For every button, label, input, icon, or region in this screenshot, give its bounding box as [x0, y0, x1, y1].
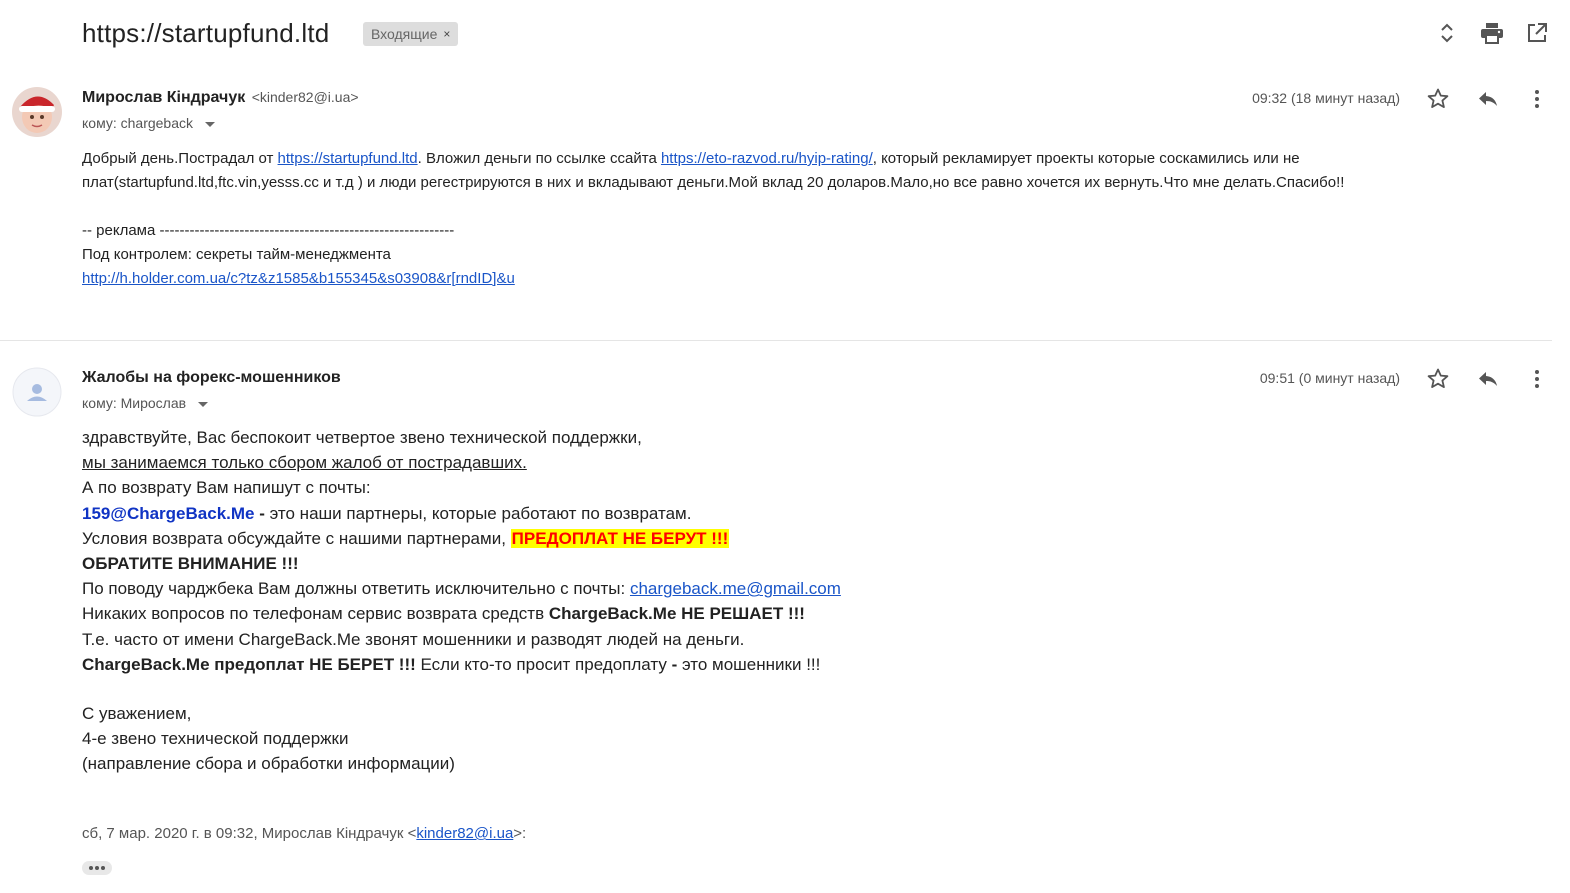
body-line: Никаких вопросов по телефонам сервис воз…: [82, 601, 1282, 626]
body-line: ChargeBack.Me предоплат НЕ БЕРЕТ !!! Есл…: [82, 652, 1282, 677]
startupfund-link[interactable]: https://startupfund.ltd: [278, 150, 418, 167]
avatar: [12, 367, 62, 417]
sender-name[interactable]: Жалобы на форекс-мошенников: [82, 369, 341, 386]
sender-email: <kinder82@i.ua>: [251, 89, 359, 105]
label-text: Входящие: [371, 26, 438, 42]
body-line: мы занимаемся только сбором жалоб от пос…: [82, 453, 527, 473]
body-text: По поводу чарджбека Вам должны ответить …: [82, 579, 630, 599]
body-text: . Вложил деньги по ссылке ссайта: [417, 150, 661, 167]
body-line: 159@ChargeBack.Me - это наши партнеры, к…: [82, 501, 1282, 526]
ad-title: Под контролем: секреты тайм-менеджмента: [82, 246, 391, 263]
show-trimmed-content-button[interactable]: [82, 861, 112, 875]
star-icon[interactable]: [1424, 85, 1452, 113]
partner-email: 159@ChargeBack.Me: [82, 503, 255, 523]
thread-header: https://startupfund.ltd Входящие ×: [0, 0, 1570, 70]
avatar: [12, 87, 62, 137]
body-line: По поводу чарджбека Вам должны ответить …: [82, 576, 1282, 601]
chargeback-gmail-link[interactable]: chargeback.me@gmail.com: [630, 579, 841, 598]
open-in-new-icon[interactable]: [1524, 20, 1550, 46]
body-text: Условия возврата обсуждайте с нашими пар…: [82, 528, 511, 548]
body-text: Никаких вопросов по телефонам сервис воз…: [82, 604, 549, 624]
body-paragraph: плат(startupfund.ltd,ftc.vin,yesss.cc и …: [82, 174, 1345, 191]
quoted-sender-email-link[interactable]: kinder82@i.ua: [416, 825, 513, 842]
body-text: Если кто-то просит предоплату: [415, 654, 672, 674]
body-text: это наши партнеры, которые работают по в…: [269, 503, 692, 523]
reply-icon[interactable]: [1474, 365, 1502, 393]
highlighted-warning: ПРЕДОПЛАТ НЕ БЕРУТ !!!: [510, 528, 730, 548]
eto-razvod-link[interactable]: https://eto-razvod.ru/hyip-rating/: [661, 150, 873, 167]
body-text: это мошенники !!!: [677, 654, 821, 674]
unfold-more-icon[interactable]: [1434, 20, 1460, 46]
message-timestamp: 09:51 (0 минут назад): [1259, 370, 1400, 386]
signature-line: (направление сбора и обработки информаци…: [82, 754, 455, 774]
star-icon[interactable]: [1424, 365, 1452, 393]
message-timestamp: 09:32 (18 минут назад): [1252, 90, 1400, 106]
recipient-text: кому: Мирослав: [82, 395, 187, 411]
recipient-line: кому: Мирослав: [82, 395, 209, 411]
show-details-caret-icon[interactable]: [205, 121, 216, 127]
message-divider: [0, 340, 1552, 341]
signature-line: 4-е звено технической поддержки: [82, 729, 349, 749]
quote-text: >:: [513, 825, 527, 842]
more-options-icon[interactable]: [1523, 365, 1551, 393]
quote-text: сб, 7 мар. 2020 г. в 09:32, Мирослав Кін…: [82, 825, 417, 842]
ad-link[interactable]: http://h.holder.com.ua/c?tz&z1585&b15534…: [82, 270, 515, 287]
body-line: Т.е. часто от имени ChargeBack.Me звонят…: [82, 629, 745, 649]
sender-line: Жалобы на форекс-мошенников: [82, 369, 341, 387]
thread-subject: https://startupfund.ltd: [82, 18, 330, 48]
bold-text: ChargeBack.Me предоплат НЕ БЕРЕТ !!!: [82, 654, 416, 674]
print-icon[interactable]: [1479, 20, 1505, 46]
body-paragraph: Добрый день.Пострадал от https://startup…: [82, 147, 1502, 171]
message-body: Добрый день.Пострадал от https://startup…: [82, 147, 1502, 291]
more-options-icon[interactable]: [1523, 85, 1551, 113]
body-line: А по возврату Вам напишут с почты:: [82, 478, 371, 498]
attention-heading: ОБРАТИТЕ ВНИМАНИЕ !!!: [82, 554, 299, 574]
sender-name[interactable]: Мирослав Кіндрачук: [82, 89, 245, 106]
message-2: Жалобы на форекс-мошенников кому: Миросл…: [0, 355, 1570, 893]
remove-label-button[interactable]: ×: [443, 22, 450, 46]
sender-line: Мирослав Кіндрачук <kinder82@i.ua>: [82, 89, 359, 107]
recipient-line: кому: chargeback: [82, 115, 216, 131]
body-text: Добрый день.Пострадал от: [82, 150, 278, 167]
reply-icon[interactable]: [1474, 85, 1502, 113]
body-line: здравствуйте, Вас беспокоит четвертое зв…: [82, 428, 642, 447]
signature-line: С уважением,: [82, 704, 192, 724]
message-1: Мирослав Кіндрачук <kinder82@i.ua> кому:…: [0, 75, 1570, 340]
inbox-label-chip[interactable]: Входящие ×: [363, 22, 459, 46]
dash: -: [254, 503, 270, 523]
message-body: здравствуйте, Вас беспокоит четвертое зв…: [82, 425, 1282, 777]
ad-separator: -- реклама -----------------------------…: [82, 222, 455, 239]
body-text: , который рекламирует проекты которые со…: [872, 150, 1300, 167]
show-details-caret-icon[interactable]: [198, 401, 209, 407]
bold-text: ChargeBack.Me НЕ РЕШАЕТ !!!: [548, 604, 805, 624]
body-line: Условия возврата обсуждайте с нашими пар…: [82, 526, 1282, 551]
recipient-text: кому: chargeback: [82, 115, 194, 131]
quoted-header: сб, 7 мар. 2020 г. в 09:32, Мирослав Кін…: [82, 825, 526, 842]
